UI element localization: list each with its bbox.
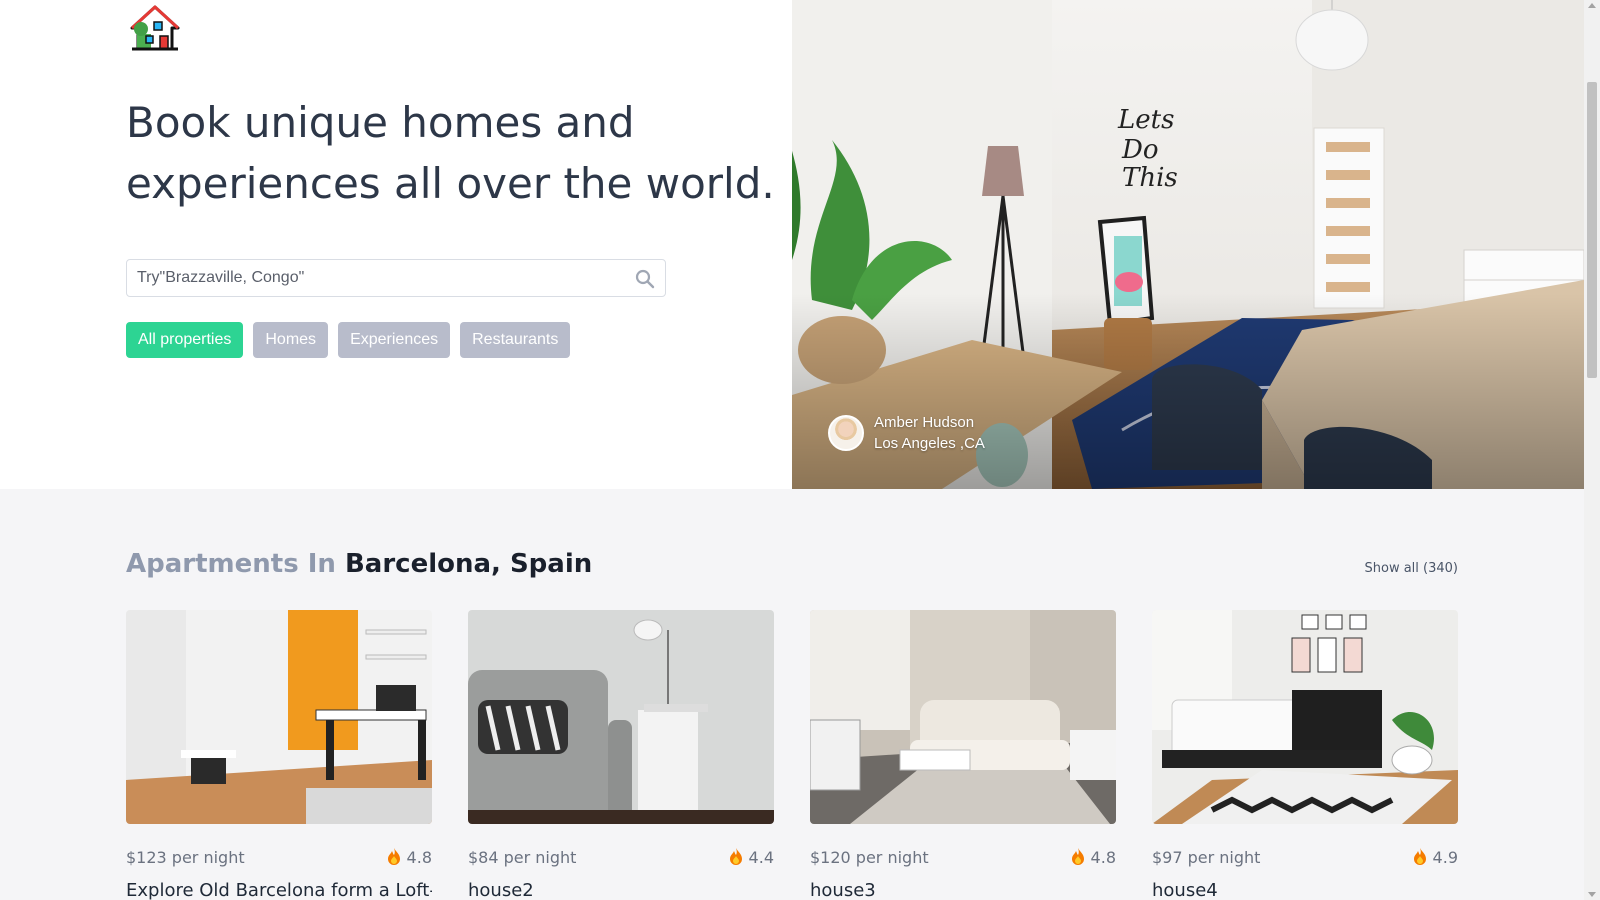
listing-meta: $120 per night 4.8 [810, 846, 1116, 868]
listing-photo[interactable] [809, 610, 1116, 824]
photo-credit-location: Los Angeles ,CA [874, 435, 985, 452]
scroll-down-arrow-icon[interactable] [1588, 892, 1596, 897]
listing-card[interactable]: $84 per night 4.4 house2 [468, 610, 774, 900]
fire-icon [1413, 848, 1426, 865]
page-scrollbar[interactable] [1584, 0, 1600, 900]
listing-title[interactable]: Explore Old Barcelona form a Loft- [126, 880, 432, 900]
photo-credit-text: Amber Hudson Los Angeles ,CA [874, 412, 985, 454]
listing-section: Apartments In Barcelona, Spain Show all … [0, 489, 1584, 900]
listing-price: $120 per night [810, 847, 929, 867]
listing-rating-value: 4.4 [748, 847, 774, 867]
listing-card[interactable]: $123 per night 4.8 Explore Old Barcelona… [126, 610, 432, 900]
listing-meta: $123 per night 4.8 [126, 846, 432, 868]
filter-restaurants[interactable]: Restaurants [460, 322, 571, 358]
listing-card[interactable]: $120 per night 4.8 house3 [809, 610, 1116, 900]
listing-rating: 4.8 [387, 848, 432, 867]
listing-rating: 4.4 [729, 848, 774, 867]
listing-rating: 4.9 [1413, 848, 1458, 867]
hero-headline: Book unique homes and experiences all ov… [126, 92, 806, 214]
listing-photo[interactable] [468, 610, 774, 824]
hero-section: Book unique homes and experiences all ov… [0, 0, 1600, 489]
scrollbar-thumb[interactable] [1587, 82, 1597, 378]
search-input[interactable] [127, 260, 617, 296]
listing-price: $97 per night [1152, 847, 1261, 867]
listing-price: $84 per night [468, 847, 577, 867]
listing-price: $123 per night [126, 847, 245, 867]
scroll-up-arrow-icon[interactable] [1588, 3, 1596, 8]
listing-card[interactable]: $97 per night 4.9 house4 [1152, 610, 1458, 900]
fire-icon [387, 848, 400, 865]
listing-rating-value: 4.8 [406, 847, 432, 867]
fire-icon [729, 848, 742, 865]
search-icon[interactable] [635, 269, 655, 289]
fire-icon [1071, 848, 1084, 865]
photo-credit-name[interactable]: Amber Hudson [874, 412, 985, 433]
hero-headline-line-1: Book unique homes and [126, 98, 635, 147]
filter-all-properties[interactable]: All properties [126, 322, 244, 358]
listing-title[interactable]: house2 [468, 880, 774, 900]
filter-experiences[interactable]: Experiences [338, 322, 451, 358]
photo-credit: Amber Hudson Los Angeles ,CA [828, 412, 985, 454]
show-all-link[interactable]: Show all (340) [1365, 561, 1459, 576]
listing-title[interactable]: house4 [1152, 880, 1458, 900]
listing-cards: $123 per night 4.8 Explore Old Barcelona… [126, 610, 1458, 900]
listing-meta: $97 per night 4.9 [1152, 846, 1458, 868]
listing-meta: $84 per night 4.4 [468, 846, 774, 868]
listing-rating: 4.8 [1071, 848, 1116, 867]
listing-photo[interactable] [1152, 610, 1458, 824]
category-filters: All properties Homes Experiences Restaur… [126, 322, 571, 358]
section-title: Apartments In Barcelona, Spain [126, 549, 592, 579]
avatar[interactable] [828, 415, 864, 451]
listing-photo[interactable] [126, 610, 432, 824]
hero-headline-line-2: experiences all over the world. [126, 159, 775, 208]
listing-rating-value: 4.8 [1090, 847, 1116, 867]
listing-rating-value: 4.9 [1432, 847, 1458, 867]
house-logo-icon[interactable] [128, 4, 182, 52]
search-box [126, 259, 666, 297]
listing-title[interactable]: house3 [810, 880, 1116, 900]
section-title-prefix: Apartments In [126, 549, 336, 579]
section-title-location: Barcelona, Spain [344, 549, 593, 579]
filter-homes[interactable]: Homes [253, 322, 329, 358]
